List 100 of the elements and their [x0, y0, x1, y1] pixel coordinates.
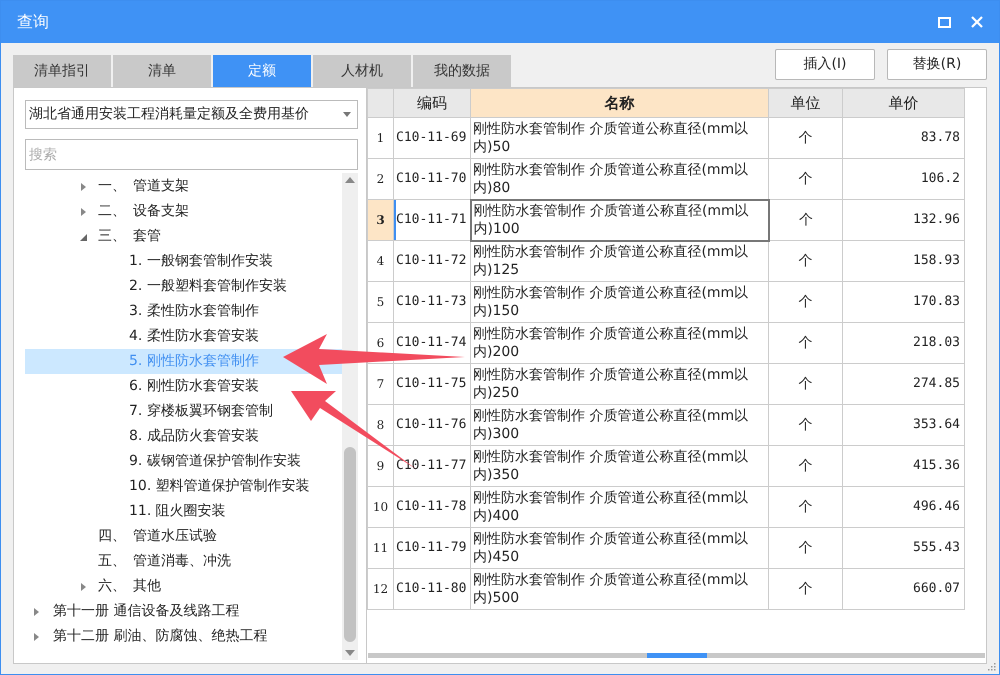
- table-cell: C10-11-78: [394, 486, 470, 528]
- scroll-up-icon[interactable]: [345, 177, 355, 183]
- table-cell: 个: [768, 486, 842, 528]
- table-cell: 个: [768, 240, 842, 282]
- table-cell: 415.36: [842, 446, 964, 486]
- table-cell: C10-11-69: [394, 118, 470, 158]
- table-cell: C10-11-79: [394, 528, 470, 568]
- scroll-down-icon[interactable]: [345, 650, 355, 656]
- tree-item[interactable]: 7. 穿楼板翼环钢套管制: [25, 399, 342, 424]
- table-cell: 274.85: [842, 364, 964, 404]
- table-cell: 刚性防水套管制作 介质管道公称直径(mm以内)125: [470, 240, 768, 282]
- tree-item[interactable]: 4. 柔性防水套管安装: [25, 324, 342, 349]
- tree-item[interactable]: 6. 刚性防水套管安装: [25, 374, 342, 399]
- tab[interactable]: 人材机: [313, 55, 411, 87]
- table-cell: 刚性防水套管制作 介质管道公称直径(mm以内)400: [470, 486, 768, 528]
- chapter-number: 二、: [98, 202, 127, 221]
- table-cell: 个: [768, 158, 842, 200]
- table-cell: C10-11-73: [394, 282, 470, 322]
- expand-triangle-icon[interactable]: [80, 582, 88, 592]
- table-cell: 刚性防水套管制作 介质管道公称直径(mm以内)100: [470, 200, 768, 240]
- search-field[interactable]: 搜索: [25, 139, 358, 170]
- tab[interactable]: 清单: [113, 55, 211, 87]
- table-cell: 170.83: [842, 282, 964, 322]
- table-cell: 个: [768, 528, 842, 568]
- volume-label: 第十一册 通信设备及线路工程: [53, 602, 240, 621]
- table-cell: 83.78: [842, 118, 964, 158]
- tree-item[interactable]: 3. 柔性防水套管制作: [25, 299, 342, 324]
- tree-item[interactable]: 四、 管道水压试验: [25, 524, 342, 549]
- table-cell: 个: [768, 322, 842, 364]
- chapter-number: 四、: [98, 527, 127, 546]
- chapter-number: 六、: [98, 577, 127, 596]
- table-cell: 132.96: [842, 200, 964, 240]
- tree-item[interactable]: 8. 成品防火套管安装: [25, 424, 342, 449]
- table-cell: 353.64: [842, 404, 964, 446]
- table-cell: 个: [768, 446, 842, 486]
- table-cell: 刚性防水套管制作 介质管道公称直径(mm以内)50: [470, 118, 768, 158]
- row-number: 1: [368, 118, 394, 158]
- table-cell: 刚性防水套管制作 介质管道公称直径(mm以内)350: [470, 446, 768, 486]
- volume-label: 第十二册 刷油、防腐蚀、绝热工程: [53, 627, 268, 646]
- collapse-triangle-icon[interactable]: [80, 232, 88, 242]
- column-header[interactable]: 编码: [394, 88, 470, 118]
- table-cell: 刚性防水套管制作 介质管道公称直径(mm以内)300: [470, 404, 768, 446]
- expand-triangle-icon[interactable]: [33, 632, 41, 642]
- tree-item[interactable]: 11. 阻火圈安装: [25, 499, 342, 524]
- chapter-label: 设备支架: [133, 202, 189, 221]
- table-cell: 个: [768, 404, 842, 446]
- chapter-number: 五、: [98, 552, 127, 571]
- table-cell: 158.93: [842, 240, 964, 282]
- chapter-label: 管道支架: [133, 177, 189, 196]
- row-number: 7: [368, 364, 394, 404]
- table-cell: 个: [768, 200, 842, 240]
- chapter-label: 套管: [133, 227, 161, 246]
- resize-grip-icon[interactable]: [988, 663, 996, 671]
- table-cell: 刚性防水套管制作 介质管道公称直径(mm以内)450: [470, 528, 768, 568]
- expand-triangle-icon[interactable]: [80, 206, 88, 216]
- scrollbar-handle[interactable]: [646, 653, 706, 658]
- table-cell: 个: [768, 282, 842, 322]
- table-cell: 555.43: [842, 528, 964, 568]
- tree-item[interactable]: 三、 套管: [25, 224, 342, 249]
- row-number: 11: [368, 528, 394, 568]
- row-number: 4: [368, 240, 394, 282]
- library-dropdown[interactable]: 湖北省通用安装工程消耗量定额及全费用基价: [25, 100, 358, 129]
- row-number: 12: [368, 568, 394, 610]
- tree-item[interactable]: 1. 一般钢套管制作安装: [25, 249, 342, 274]
- tree-item[interactable]: 2. 一般塑料套管制作安装: [25, 274, 342, 299]
- maximize-icon[interactable]: [938, 16, 951, 28]
- column-header[interactable]: 单位: [768, 88, 842, 118]
- table-cell: 刚性防水套管制作 介质管道公称直径(mm以内)500: [470, 568, 768, 610]
- column-header[interactable]: 单价: [842, 88, 964, 118]
- row-number: 5: [368, 282, 394, 322]
- table-cell: C10-11-70: [394, 158, 470, 200]
- column-header[interactable]: 名称: [470, 88, 768, 118]
- tree-item[interactable]: 10. 塑料管道保护管制作安装: [25, 474, 342, 499]
- tab[interactable]: 我的数据: [413, 55, 511, 87]
- action-button[interactable]: 插入(I): [775, 49, 875, 80]
- scrollbar-thumb[interactable]: [344, 447, 356, 642]
- tree-item[interactable]: 9. 碳钢管道保护管制作安装: [25, 449, 342, 474]
- tree-item[interactable]: 第十一册 通信设备及线路工程: [25, 599, 342, 624]
- expand-triangle-icon[interactable]: [33, 606, 41, 616]
- table-cell: 106.2: [842, 158, 964, 200]
- table-cell: 496.46: [842, 486, 964, 528]
- table-cell: 个: [768, 568, 842, 610]
- tree-item[interactable]: 一、 管道支架: [25, 174, 342, 199]
- table-cell: 个: [768, 118, 842, 158]
- horizontal-scrollbar[interactable]: [368, 653, 985, 658]
- vertical-scrollbar[interactable]: [342, 173, 358, 660]
- table-cell: 刚性防水套管制作 介质管道公称直径(mm以内)150: [470, 282, 768, 322]
- dropdown-caret-icon: [343, 112, 351, 117]
- close-icon[interactable]: [971, 16, 983, 28]
- expand-triangle-icon[interactable]: [80, 182, 88, 192]
- tree-item[interactable]: 六、 其他: [25, 574, 342, 599]
- table-cell: 刚性防水套管制作 介质管道公称直径(mm以内)250: [470, 364, 768, 404]
- tree-item[interactable]: 第十二册 刷油、防腐蚀、绝热工程: [25, 624, 342, 649]
- tab[interactable]: 清单指引: [13, 55, 111, 87]
- table-cell: C10-11-72: [394, 240, 470, 282]
- action-button[interactable]: 替换(R): [887, 49, 987, 80]
- chapter-number: 一、: [98, 177, 127, 196]
- tree-item[interactable]: 二、 设备支架: [25, 199, 342, 224]
- table-cell: C10-11-71: [394, 200, 470, 240]
- tree-item[interactable]: 五、 管道消毒、冲洗: [25, 549, 342, 574]
